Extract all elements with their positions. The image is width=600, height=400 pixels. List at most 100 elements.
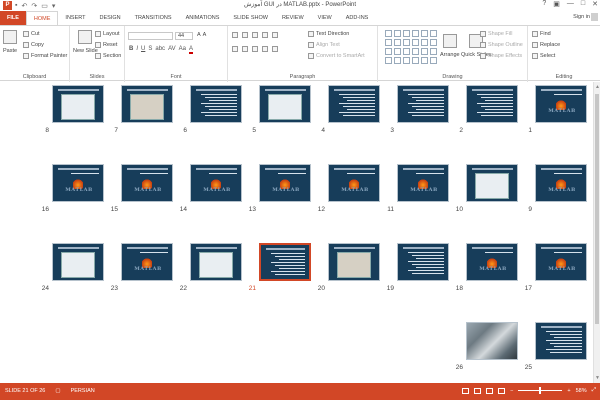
font-color-button[interactable]: A — [188, 46, 193, 54]
shadow-button[interactable]: S — [148, 46, 152, 54]
bold-button[interactable]: B — [129, 46, 133, 54]
reset-button[interactable]: Reset — [95, 42, 117, 48]
scroll-down-icon[interactable]: ▼ — [595, 375, 600, 381]
shape-outline-button[interactable]: Shape Outline — [480, 42, 523, 48]
account-avatar[interactable] — [591, 13, 598, 21]
slide-thumbnail[interactable] — [466, 164, 518, 202]
select-button[interactable]: Select — [532, 53, 555, 59]
tab-slide-show[interactable]: SLIDE SHOW — [226, 11, 275, 25]
format-painter-button[interactable]: Format Painter — [23, 53, 67, 59]
columns-icon[interactable] — [272, 46, 278, 52]
italic-button[interactable]: I — [136, 46, 138, 54]
normal-view-icon[interactable] — [462, 387, 470, 394]
tab-add-ins[interactable]: ADD-INS — [339, 11, 376, 25]
font-grow-shrink-buttons[interactable]: AA — [197, 32, 206, 38]
slide-thumbnail[interactable] — [259, 243, 311, 281]
copy-button[interactable]: Copy — [23, 42, 44, 48]
slide-thumbnail[interactable] — [259, 85, 311, 123]
tab-view[interactable]: VIEW — [311, 11, 339, 25]
slide-thumbnail[interactable] — [328, 243, 380, 281]
language-indicator[interactable]: PERSIAN — [71, 388, 95, 394]
slide-thumbnail[interactable]: MATLAB — [535, 164, 587, 202]
find-button[interactable]: Find — [532, 31, 551, 37]
slide-thumbnail[interactable] — [328, 85, 380, 123]
slide-thumbnail[interactable]: MATLAB — [259, 164, 311, 202]
layout-button[interactable]: Layout — [95, 31, 120, 37]
slide-thumbnail[interactable]: MATLAB — [397, 164, 449, 202]
zoom-level[interactable]: 58% — [576, 388, 587, 394]
tab-home[interactable]: HOME — [25, 11, 59, 25]
justify-icon[interactable] — [262, 46, 268, 52]
tab-review[interactable]: REVIEW — [275, 11, 311, 25]
shape-effects-button[interactable]: Shape Effects — [480, 53, 522, 59]
slide-thumbnail[interactable] — [466, 322, 518, 360]
title-bar: P ▪ ↶ ↷ ▭ ▾ آموزش GUI در MATLAB.pptx - P… — [0, 0, 600, 11]
proofing-icon[interactable]: ▢ — [55, 388, 60, 394]
scroll-up-icon[interactable]: ▲ — [595, 84, 600, 90]
slide-thumbnail[interactable] — [121, 85, 173, 123]
arrange-button[interactable]: Arrange — [440, 34, 460, 58]
center-icon[interactable] — [242, 46, 248, 52]
section-button[interactable]: Section — [95, 53, 121, 59]
paste-button[interactable]: Paste — [3, 30, 17, 54]
slide-thumbnail[interactable]: MATLAB — [121, 243, 173, 281]
shape-fill-button[interactable]: Shape Fill — [480, 31, 512, 37]
text-direction-button[interactable]: Text Direction — [308, 31, 349, 37]
zoom-in-button[interactable]: + — [567, 388, 570, 394]
strikethrough-button[interactable]: abc — [155, 46, 165, 54]
bullets-icon[interactable] — [232, 32, 238, 38]
pen-icon — [480, 42, 486, 48]
tab-animations[interactable]: ANIMATIONS — [179, 11, 227, 25]
convert-smartart-button[interactable]: Convert to SmartArt — [308, 53, 365, 59]
vertical-scrollbar[interactable]: ▲ ▼ — [593, 82, 600, 383]
tab-transitions[interactable]: TRANSITIONS — [128, 11, 179, 25]
slide-thumbnail[interactable]: MATLAB — [52, 164, 104, 202]
slideshow-view-icon[interactable] — [498, 387, 506, 394]
slide-sorter-view-icon[interactable] — [474, 387, 482, 394]
tab-design[interactable]: DESIGN — [93, 11, 128, 25]
slide-thumbnail[interactable]: MATLAB — [535, 85, 587, 123]
ribbon-display-options-icon[interactable]: ▣ — [553, 0, 560, 8]
align-text-button[interactable]: Align Text — [308, 42, 340, 48]
align-right-icon[interactable] — [252, 46, 258, 52]
shapes-gallery[interactable] — [385, 30, 437, 68]
fit-to-window-icon[interactable]: ⤢ — [592, 387, 596, 394]
zoom-slider[interactable] — [518, 387, 563, 394]
slide-thumbnail[interactable]: MATLAB — [466, 243, 518, 281]
numbering-icon[interactable] — [242, 32, 248, 38]
sign-in-link[interactable]: Sign in — [573, 14, 590, 20]
slide-thumbnail[interactable] — [190, 243, 242, 281]
font-size-field[interactable]: 44 — [175, 32, 193, 40]
zoom-out-button[interactable]: − — [510, 388, 513, 394]
align-left-icon[interactable] — [232, 46, 238, 52]
slide-thumbnail[interactable] — [190, 85, 242, 123]
slide-thumbnail[interactable]: MATLAB — [190, 164, 242, 202]
replace-button[interactable]: Replace — [532, 42, 560, 48]
help-icon[interactable]: ? — [542, 0, 546, 8]
cut-button[interactable]: Cut — [23, 31, 40, 37]
slide-thumbnail[interactable] — [52, 243, 104, 281]
slide-thumbnail[interactable] — [535, 322, 587, 360]
slide-thumbnail[interactable] — [466, 85, 518, 123]
change-case-button[interactable]: Aa — [179, 46, 186, 54]
slide-thumbnail[interactable] — [397, 85, 449, 123]
minimize-icon[interactable]: — — [567, 0, 574, 8]
slide-thumbnail[interactable]: MATLAB — [535, 243, 587, 281]
scrollbar-thumb[interactable] — [595, 94, 599, 324]
decrease-indent-icon[interactable] — [252, 32, 258, 38]
maximize-icon[interactable]: □ — [581, 0, 585, 8]
slide-thumbnail[interactable]: MATLAB — [121, 164, 173, 202]
close-icon[interactable]: ✕ — [592, 0, 598, 8]
slide-thumbnail[interactable] — [52, 85, 104, 123]
character-spacing-button[interactable]: AV — [168, 46, 176, 54]
line-spacing-icon[interactable] — [272, 32, 278, 38]
font-name-field[interactable] — [128, 32, 173, 40]
tab-insert[interactable]: INSERT — [58, 11, 92, 25]
reading-view-icon[interactable] — [486, 387, 494, 394]
increase-indent-icon[interactable] — [262, 32, 268, 38]
underline-button[interactable]: U — [141, 46, 145, 54]
slide-thumbnail[interactable]: MATLAB — [328, 164, 380, 202]
zoom-slider-thumb[interactable] — [539, 387, 542, 394]
tab-file[interactable]: FILE — [0, 11, 26, 25]
slide-thumbnail[interactable] — [397, 243, 449, 281]
